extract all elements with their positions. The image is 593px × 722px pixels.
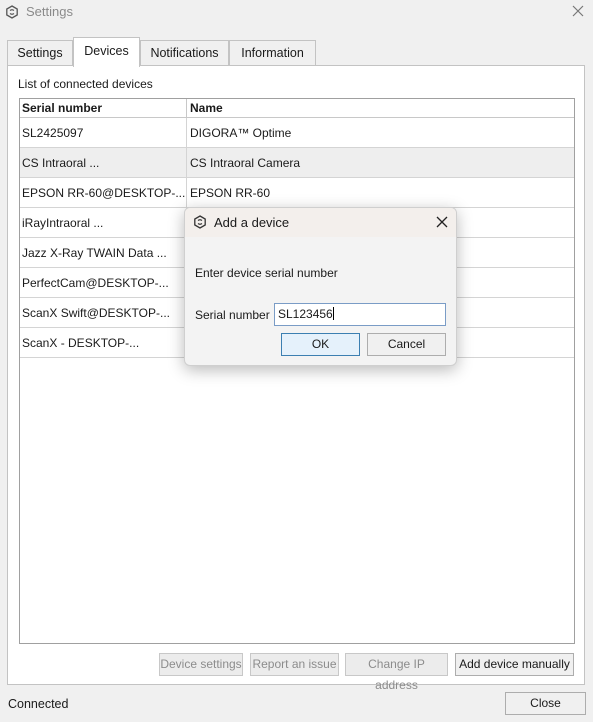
column-header-serial[interactable]: Serial number [22, 99, 186, 118]
cancel-button[interactable]: Cancel [367, 333, 446, 356]
tab-information[interactable]: Information [229, 40, 316, 66]
dialog-titlebar[interactable]: Add a device [185, 208, 456, 237]
table-row-selected[interactable]: CS Intraoral ... CS Intraoral Camera [20, 148, 574, 178]
add-device-manually-button[interactable]: Add device manually [455, 653, 574, 676]
close-icon[interactable] [569, 2, 587, 20]
app-logo-icon [194, 215, 206, 229]
serial-number-input[interactable]: SL123456 [274, 303, 446, 326]
devices-table[interactable]: Serial number Name SL2425097 DIGORA™ Opt… [19, 98, 575, 644]
text-caret [332, 307, 334, 320]
table-row[interactable]: EPSON RR-60@DESKTOP-... EPSON RR-60 [20, 178, 574, 208]
table-header: Serial number Name [20, 99, 574, 118]
serial-cell: CS Intraoral ... [22, 156, 100, 170]
close-icon[interactable] [434, 214, 450, 230]
serial-cell: Jazz X-Ray TWAIN Data ... [22, 246, 167, 260]
dialog-title: Add a device [214, 215, 290, 230]
cell-divider [186, 148, 187, 178]
close-button[interactable]: Close [505, 692, 586, 715]
tab-settings[interactable]: Settings [7, 40, 73, 66]
serial-cell: PerfectCam@DESKTOP-... [22, 276, 169, 290]
column-divider[interactable] [186, 99, 187, 118]
cell-divider [186, 118, 187, 148]
device-settings-button[interactable]: Device settings [159, 653, 243, 676]
devices-list-label: List of connected devices [18, 77, 153, 91]
tab-devices[interactable]: Devices [73, 37, 140, 67]
column-header-name[interactable]: Name [190, 99, 570, 118]
cell-divider [186, 178, 187, 208]
serial-cell: ScanX Swift@DESKTOP-... [22, 306, 171, 320]
name-cell: CS Intraoral Camera [190, 156, 301, 170]
add-device-dialog: Add a device Enter device serial number … [184, 207, 457, 366]
serial-cell: ScanX - DESKTOP-... [22, 336, 140, 350]
window-titlebar: Settings [0, 0, 593, 26]
dialog-message: Enter device serial number [195, 266, 338, 280]
name-cell: EPSON RR-60 [190, 186, 271, 200]
serial-cell: EPSON RR-60@DESKTOP-... [22, 186, 186, 200]
change-ip-button[interactable]: Change IP address [345, 653, 448, 692]
connection-status: Connected [8, 697, 69, 711]
app-logo-icon [6, 5, 18, 19]
ok-button[interactable]: OK [281, 333, 360, 356]
serial-number-value: SL123456 [278, 307, 333, 321]
name-cell: DIGORA™ Optime [190, 126, 292, 140]
window-title: Settings [26, 4, 73, 19]
serial-number-label: Serial number [195, 308, 270, 322]
tab-notifications[interactable]: Notifications [140, 40, 229, 66]
table-row[interactable]: SL2425097 DIGORA™ Optime [20, 118, 574, 148]
serial-cell: SL2425097 [22, 126, 84, 140]
serial-cell: iRayIntraoral ... [22, 216, 104, 230]
devices-panel: List of connected devices Serial number … [7, 65, 585, 692]
report-issue-button[interactable]: Report an issue [250, 653, 339, 676]
